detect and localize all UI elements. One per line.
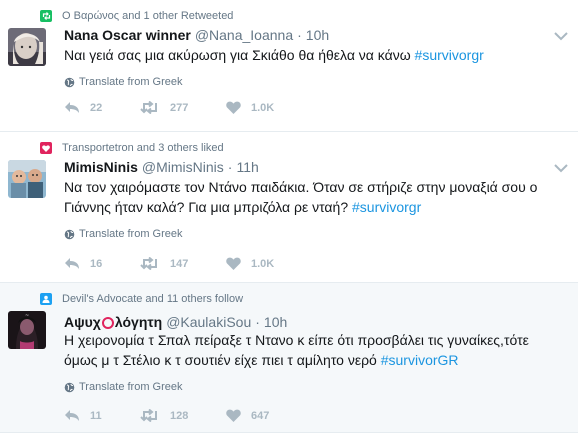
timestamp[interactable]: 11h	[236, 159, 258, 175]
tweet[interactable]: Transportetron and 3 others liked MimisN…	[0, 132, 578, 283]
translate-text[interactable]: Translate from Greek	[79, 381, 183, 393]
reply-icon	[65, 410, 79, 421]
retweet-icon	[140, 257, 157, 270]
tweet-context: Transportetron and 3 others liked	[40, 140, 224, 156]
reply-icon	[65, 258, 79, 269]
follow-icon	[40, 293, 52, 305]
like-count: 1.0K	[251, 257, 275, 270]
reply-button[interactable]: 11	[64, 409, 140, 422]
tweet-context: Devil's Advocate and 11 others follow	[40, 291, 243, 307]
heart-icon	[40, 142, 52, 154]
display-name[interactable]: MimisNinis	[64, 159, 138, 175]
like-button[interactable]: 647	[226, 409, 286, 422]
user-handle[interactable]: @MimisNinis	[142, 159, 224, 175]
retweet-button[interactable]: 147	[140, 257, 226, 270]
tweet-actions: 11 128 647	[64, 409, 286, 422]
retweet-count: 277	[170, 101, 189, 114]
timeline-feed: Ο Βαρώνος and 1 other Retweeted Nana Osc…	[0, 0, 578, 433]
display-name-part1: Αψυχ	[64, 314, 101, 330]
tweet-text: Να τον χαιρόμαστε τον Ντάνο παιδάκια. Ότ…	[64, 177, 564, 217]
tweet-body: Ναι γειά σας μια ακύρωση για Σκιάθο θα ή…	[64, 47, 415, 63]
tweet-body: Η χειρονομία τ Σπαλ πείραξε τ Ντανο κ εί…	[64, 332, 529, 368]
tweet-text: Η χειρονομία τ Σπαλ πείραξε τ Ντανο κ εί…	[64, 330, 564, 370]
retweet-icon	[40, 10, 52, 22]
avatar[interactable]	[8, 160, 46, 198]
like-count: 647	[251, 409, 270, 422]
translate-text[interactable]: Translate from Greek	[79, 76, 183, 88]
reply-button[interactable]: 22	[64, 101, 140, 114]
translate-link[interactable]: Translate from Greek	[64, 228, 183, 240]
translate-link[interactable]: Translate from Greek	[64, 76, 183, 88]
heart-icon	[226, 257, 241, 270]
globe-icon	[64, 382, 75, 392]
separator-dot: ·	[255, 314, 260, 330]
like-button[interactable]: 1.0K	[226, 101, 286, 114]
tweet-context: Ο Βαρώνος and 1 other Retweeted	[40, 8, 233, 24]
retweet-count: 147	[170, 257, 189, 270]
user-handle[interactable]: @KaulakiSou	[166, 314, 251, 330]
separator-dot: ·	[227, 159, 233, 175]
tweet[interactable]: Ο Βαρώνος and 1 other Retweeted Nana Osc…	[0, 0, 578, 132]
tweet-text: Ναι γειά σας μια ακύρωση για Σκιάθο θα ή…	[64, 45, 564, 65]
tweet-actions: 16 147 1.0K	[64, 257, 286, 270]
retweet-icon	[140, 409, 157, 422]
chevron-down-icon[interactable]	[554, 163, 568, 173]
timestamp[interactable]: 10h	[306, 27, 329, 43]
translate-link[interactable]: Translate from Greek	[64, 381, 183, 393]
heart-icon	[226, 101, 241, 114]
context-text[interactable]: Ο Βαρώνος and 1 other Retweeted	[62, 10, 233, 22]
reply-button[interactable]: 16	[64, 257, 140, 270]
retweet-button[interactable]: 128	[140, 409, 226, 422]
tweet-header: MimisNinis @MimisNinis · 11h	[64, 159, 259, 175]
tweet-actions: 22 277 1.0K	[64, 101, 286, 114]
retweet-icon	[140, 101, 157, 114]
like-count: 1.0K	[251, 101, 275, 114]
display-name[interactable]: Αψυχ λόγητη	[64, 314, 162, 330]
globe-icon	[64, 77, 75, 87]
separator-dot: ·	[297, 27, 302, 43]
tweet-body: Να τον χαιρόμαστε τον Ντάνο παιδάκια. Ότ…	[64, 179, 538, 215]
timestamp[interactable]: 10h	[264, 314, 287, 330]
svg-text:~: ~	[25, 313, 29, 319]
reply-count: 11	[90, 409, 102, 422]
tweet-header: Αψυχ λόγητη @KaulakiSou · 10h	[64, 314, 287, 330]
hashtag-link[interactable]: #survivorGR	[381, 352, 459, 368]
avatar[interactable]	[8, 28, 46, 66]
chevron-down-icon[interactable]	[554, 31, 568, 41]
heart-icon	[226, 409, 241, 422]
user-handle[interactable]: @Nana_Ioanna	[195, 27, 293, 43]
tweet[interactable]: Devil's Advocate and 11 others follow ~ …	[0, 283, 578, 433]
retweet-count: 128	[170, 409, 189, 422]
red-circle-emoji-icon	[101, 317, 114, 329]
globe-icon	[64, 229, 75, 239]
tweet-header: Nana Oscar winner @Nana_Ioanna · 10h	[64, 27, 329, 43]
context-text[interactable]: Devil's Advocate and 11 others follow	[62, 293, 243, 305]
display-name[interactable]: Nana Oscar winner	[64, 27, 191, 43]
display-name-part2: λόγητη	[114, 314, 163, 330]
avatar[interactable]: ~	[8, 311, 46, 349]
reply-count: 16	[90, 257, 103, 270]
reply-icon	[65, 102, 79, 113]
like-button[interactable]: 1.0K	[226, 257, 286, 270]
hashtag-link[interactable]: #survivorgr	[415, 47, 484, 63]
context-text[interactable]: Transportetron and 3 others liked	[62, 142, 224, 154]
reply-count: 22	[90, 101, 103, 114]
translate-text[interactable]: Translate from Greek	[79, 228, 183, 240]
hashtag-link[interactable]: #survivorgr	[352, 199, 421, 215]
retweet-button[interactable]: 277	[140, 101, 226, 114]
